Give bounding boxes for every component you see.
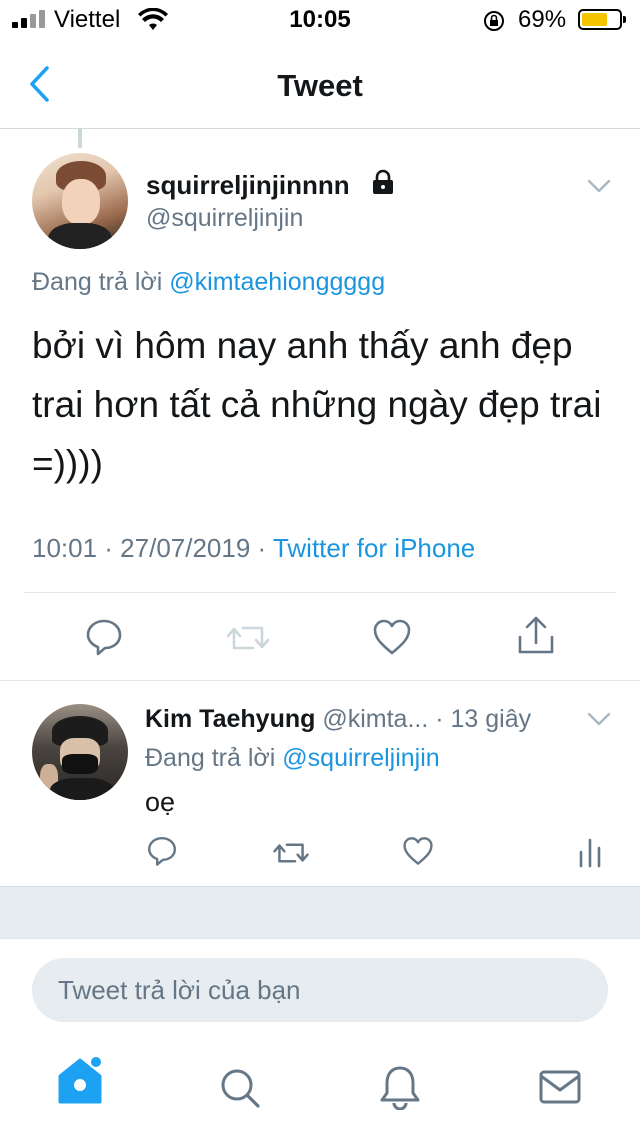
navigation-bar: Tweet — [0, 40, 640, 129]
thread-line — [78, 128, 82, 148]
retweet-icon[interactable] — [225, 620, 271, 656]
battery-percent: 69% — [518, 6, 567, 33]
avatar[interactable] — [32, 153, 128, 249]
section-separator — [0, 886, 640, 939]
orientation-lock-icon — [484, 11, 504, 31]
reply-to-link[interactable]: @squirreljinjin — [282, 744, 439, 772]
analytics-icon[interactable] — [576, 836, 604, 868]
author-name[interactable]: squirreljinjinnnn — [146, 170, 350, 201]
tweet-meta: 10:01 · 27/07/2019 · Twitter for iPhone — [32, 533, 475, 564]
reply-to-link[interactable]: @kimtaehionggggg — [169, 268, 385, 296]
retweet-icon[interactable] — [272, 838, 310, 868]
notifications-icon[interactable] — [378, 1064, 422, 1110]
reply-input-placeholder: Tweet trả lời của bạn — [58, 975, 301, 1005]
battery-icon — [578, 9, 626, 30]
avatar[interactable] — [32, 704, 128, 800]
share-icon[interactable] — [516, 615, 556, 657]
reply-icon[interactable] — [146, 835, 178, 867]
reply-context: Đang trả lời @squirreljinjin — [145, 744, 440, 773]
search-icon[interactable] — [218, 1066, 262, 1110]
page-title: Tweet — [277, 68, 363, 103]
reply-handle-time: @kimta... · 13 giây — [322, 705, 532, 733]
reply-prefix: Đang trả lời — [32, 268, 163, 296]
reply-input[interactable]: Tweet trả lời của bạn — [32, 958, 608, 1022]
messages-icon[interactable] — [538, 1068, 582, 1106]
reply-context: Đang trả lời @kimtaehionggggg — [32, 268, 385, 297]
lock-icon — [373, 169, 393, 194]
reply-header: Kim Taehyung @kimta... · 13 giây — [145, 705, 531, 734]
home-icon[interactable] — [56, 1054, 106, 1106]
tweet-timestamp: 10:01 · 27/07/2019 · — [32, 533, 273, 563]
author-handle[interactable]: @squirreljinjin — [146, 204, 303, 233]
reply-icon[interactable] — [84, 617, 124, 657]
chevron-down-icon[interactable] — [586, 711, 612, 727]
chevron-down-icon[interactable] — [586, 178, 612, 194]
tab-bar — [0, 1042, 640, 1136]
tweet-source-link[interactable]: Twitter for iPhone — [273, 533, 475, 563]
like-icon[interactable] — [372, 618, 412, 656]
reply-text: oẹ — [145, 787, 176, 817]
divider — [0, 680, 640, 681]
status-bar: Viettel 10:05 69% — [0, 0, 640, 40]
reply-prefix: Đang trả lời — [145, 744, 276, 772]
reply-author-name[interactable]: Kim Taehyung — [145, 705, 315, 733]
divider — [24, 592, 616, 593]
like-icon[interactable] — [402, 836, 434, 866]
tweet-text: bởi vì hôm nay anh thấy anh đẹp trai hơn… — [32, 325, 602, 484]
